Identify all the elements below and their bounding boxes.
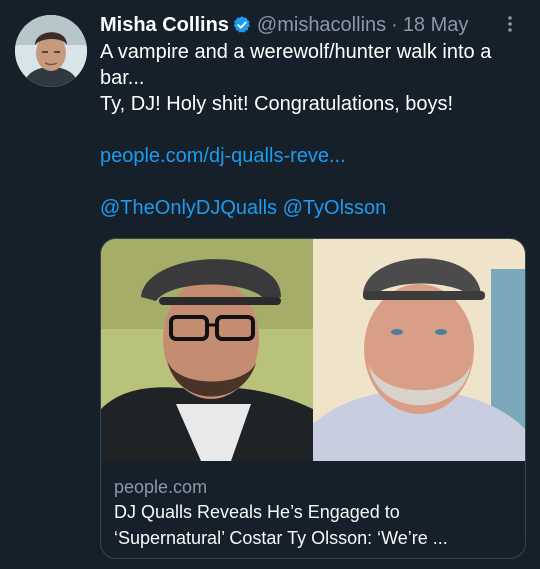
tweet-content: Misha Collins @mishacollins · 18 May A v… <box>100 11 526 221</box>
verified-badge-icon <box>233 16 250 33</box>
author-avatar[interactable] <box>15 15 87 87</box>
card-image <box>101 239 525 461</box>
avatar-image <box>15 15 87 87</box>
link-preview-card[interactable]: people.com DJ Qualls Reveals He’s Engage… <box>100 238 526 559</box>
card-info: people.com DJ Qualls Reveals He’s Engage… <box>101 461 525 551</box>
card-domain: people.com <box>114 477 208 497</box>
mentions-line: @TheOnlyDJQualls @TyOlsson <box>100 195 526 221</box>
tweet-text: A vampire and a werewolf/hunter walk int… <box>100 39 526 221</box>
text-spacer <box>100 169 526 195</box>
mention-tyolsson[interactable]: @TyOlsson <box>283 197 387 219</box>
tweet-text-line-2: Ty, DJ! Holy shit! Congratulations, boys… <box>100 93 454 115</box>
text-spacer <box>100 117 526 143</box>
tweet-timestamp[interactable]: 18 May <box>403 14 469 37</box>
mention-djqualls[interactable]: @TheOnlyDJQualls <box>100 197 277 219</box>
tweet-link[interactable]: people.com/dj-qualls-reve... <box>100 143 526 169</box>
header-separator: · <box>391 13 398 36</box>
author-name[interactable]: Misha Collins <box>100 14 229 37</box>
tweet-text-line-1: A vampire and a werewolf/hunter walk int… <box>100 41 492 89</box>
tweet-header: Misha Collins @mishacollins · 18 May <box>100 11 526 39</box>
author-handle[interactable]: @mishacollins <box>257 14 386 37</box>
more-options-icon[interactable] <box>500 13 520 37</box>
card-title: DJ Qualls Reveals He’s Engaged to ‘Super… <box>114 502 448 548</box>
